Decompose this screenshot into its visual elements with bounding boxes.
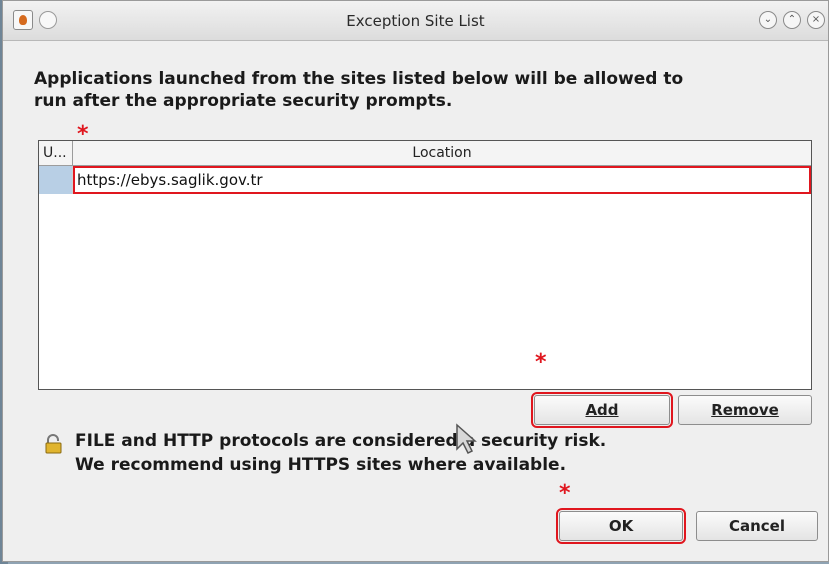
- table-header: U... Location: [39, 141, 811, 166]
- description-line-1: Applications launched from the sites lis…: [34, 69, 684, 89]
- table-row[interactable]: https://ebys.saglik.gov.tr: [39, 166, 811, 194]
- add-button[interactable]: Add: [531, 392, 673, 428]
- exception-site-table[interactable]: U... Location https://ebys.saglik.gov.tr: [38, 140, 812, 390]
- title-bar[interactable]: Exception Site List ⌄ ⌃ ×: [3, 1, 828, 41]
- remove-button-label: Remove: [711, 401, 779, 419]
- exception-site-list-dialog: Exception Site List ⌄ ⌃ × Applications l…: [2, 0, 829, 562]
- close-icon[interactable]: ×: [807, 11, 825, 29]
- location-edit-field[interactable]: https://ebys.saglik.gov.tr: [73, 166, 811, 194]
- column-header-u[interactable]: U...: [39, 141, 73, 165]
- add-button-label: Add: [585, 401, 619, 419]
- column-header-location[interactable]: Location: [73, 141, 811, 165]
- window-title: Exception Site List: [346, 12, 485, 30]
- ok-button[interactable]: OK: [556, 508, 686, 544]
- annotation-star: *: [559, 481, 571, 506]
- warning-line-2: We recommend using HTTPS sites where ava…: [75, 455, 567, 475]
- annotation-star: *: [535, 350, 547, 375]
- description-text: Applications launched from the sites lis…: [34, 68, 794, 112]
- warning-line-1: FILE and HTTP protocols are considered a…: [75, 431, 607, 451]
- minimize-icon[interactable]: ⌄: [759, 11, 777, 29]
- table-cell-u[interactable]: [39, 166, 73, 194]
- maximize-icon[interactable]: ⌃: [783, 11, 801, 29]
- mouse-cursor-icon: [456, 423, 477, 455]
- remove-button[interactable]: Remove: [678, 395, 812, 425]
- security-warning: FILE and HTTP protocols are considered a…: [75, 429, 606, 477]
- lock-icon: [45, 434, 62, 454]
- description-line-2: run after the appropriate security promp…: [34, 91, 453, 111]
- cancel-button[interactable]: Cancel: [696, 511, 818, 541]
